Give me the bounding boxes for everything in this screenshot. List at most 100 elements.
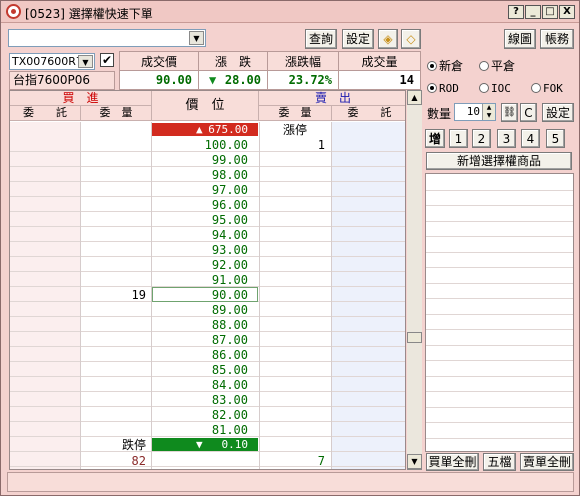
buy-header: 買 進 — [10, 91, 151, 106]
ladder-scrollbar[interactable]: ▲ ▼ — [407, 90, 422, 470]
maximize-button[interactable]: □ — [542, 5, 558, 19]
list-row-divider — [426, 251, 573, 253]
chevron-down-icon[interactable]: ▼ — [78, 55, 93, 68]
price-cell[interactable]: 97.00 — [151, 183, 258, 197]
close-label: 平倉 — [491, 59, 516, 73]
open-label: 新倉 — [439, 59, 464, 73]
buy-total: 82 — [131, 454, 146, 468]
list-row-divider — [426, 205, 573, 206]
option-product-list[interactable] — [425, 173, 574, 452]
list-row-divider — [426, 344, 573, 346]
price-cell[interactable]: 93.00 — [151, 243, 258, 257]
dropdown-arrow-icon[interactable]: ▼ — [407, 454, 422, 469]
quantity-label: 數量 — [427, 107, 452, 121]
close-button[interactable]: X — [559, 5, 575, 19]
volume: 14 — [338, 70, 421, 90]
list-row-divider — [426, 282, 573, 284]
price-change-value: 28.00 — [224, 73, 261, 87]
limit-down-price: 0.10 — [221, 438, 249, 451]
buy-order-header: 委 託 — [10, 106, 80, 121]
limit-down-price-cell[interactable]: ▼ 0.10 — [152, 438, 258, 451]
diamond-icon[interactable]: ◈ — [378, 29, 398, 49]
close-position-radio[interactable]: 平倉 — [479, 57, 515, 74]
cancel-all-sell-button[interactable]: 賣單全刪 — [520, 453, 574, 471]
volume-header: 成交量 — [338, 51, 421, 71]
chevron-down-icon[interactable]: ▼ — [189, 31, 204, 45]
sell-order-header: 委 託 — [331, 106, 405, 121]
tab-5[interactable]: 5 — [546, 129, 565, 148]
price-cell[interactable]: 82.00 — [151, 408, 258, 422]
list-row-divider — [426, 391, 573, 392]
list-row-divider — [426, 313, 573, 315]
radio-selected-icon — [427, 83, 437, 93]
buy-qty-90: 19 — [131, 288, 146, 302]
rod-label: ROD — [439, 82, 459, 95]
sell-qty-header: 委 量 — [259, 106, 331, 121]
account-button[interactable]: 帳務 — [540, 29, 574, 49]
price-cell[interactable]: 94.00 — [151, 228, 258, 242]
scroll-up-icon[interactable]: ▲ — [407, 90, 422, 105]
price-cell[interactable]: 88.00 — [151, 318, 258, 332]
radio-icon — [479, 61, 489, 71]
current-price-highlight — [152, 287, 258, 302]
query-button[interactable]: 查詢 — [305, 29, 337, 49]
tab-add[interactable]: 增 — [425, 129, 445, 148]
price-cell[interactable]: 81.00 — [151, 423, 258, 437]
price-cell[interactable]: 85.00 — [151, 363, 258, 377]
down-arrow-icon: ▼ — [196, 438, 203, 451]
ioc-radio[interactable]: IOC — [479, 82, 511, 95]
price-cell[interactable]: 95.00 — [151, 213, 258, 227]
tab-3[interactable]: 3 — [497, 129, 516, 148]
help-button[interactable]: ? — [508, 5, 524, 19]
settings-button[interactable]: 設定 — [342, 29, 374, 49]
price-cell[interactable]: 89.00 — [151, 303, 258, 317]
price-cell[interactable]: 96.00 — [151, 198, 258, 212]
title-bar: [0523] 選擇權快速下單 ? _ □ X — [1, 1, 579, 23]
list-row-divider — [426, 189, 573, 191]
limit-up-price: 675.00 — [208, 123, 248, 136]
price-cell[interactable]: 86.00 — [151, 348, 258, 362]
price-header: 成交價 — [119, 51, 199, 71]
quantity-settings-button[interactable]: 設定 — [542, 103, 574, 122]
chart-button[interactable]: 線圖 — [504, 29, 536, 49]
list-row-divider — [426, 298, 573, 299]
price-cell[interactable]: 87.00 — [151, 333, 258, 347]
list-row-divider — [426, 437, 573, 439]
list-row-divider — [426, 220, 573, 222]
five-levels-button[interactable]: 五檔 — [483, 453, 516, 471]
add-option-product-button[interactable]: 新增選擇權商品 — [426, 152, 572, 170]
product-combo[interactable]: ▼ — [8, 29, 206, 47]
list-row-divider — [426, 422, 573, 423]
tab-4[interactable]: 4 — [521, 129, 540, 148]
rod-radio[interactable]: ROD — [427, 82, 459, 95]
price-ladder: 買 進 價 位 賣 出 委 託 委 量 委 量 委 託 100.00 99.00 9… — [9, 90, 406, 470]
tab-2[interactable]: 2 — [472, 129, 491, 148]
price-cell[interactable]: 91.00 — [151, 273, 258, 287]
price-cell[interactable]: 98.00 — [151, 168, 258, 182]
list-row-divider — [426, 375, 573, 377]
tab-1[interactable]: 1 — [449, 129, 468, 148]
cancel-all-buy-button[interactable]: 買單全刪 — [426, 453, 479, 471]
limit-up-price-cell[interactable]: ▲ 675.00 — [152, 123, 258, 136]
window-title: [0523] 選擇權快速下單 — [25, 7, 153, 21]
change-pct-header: 漲跌幅 — [267, 51, 339, 71]
open-position-radio[interactable]: 新倉 — [427, 57, 463, 74]
price-cell[interactable]: 84.00 — [151, 378, 258, 392]
swap-icon[interactable]: ◇ — [401, 29, 421, 49]
radio-icon — [479, 83, 489, 93]
quantity-stepper[interactable]: ▲ ▼ — [482, 104, 495, 120]
list-row-divider — [426, 329, 573, 330]
price-cell[interactable]: 92.00 — [151, 258, 258, 272]
link-icon[interactable]: ⛓ — [501, 103, 518, 122]
scroll-thumb[interactable] — [407, 332, 422, 343]
list-row-divider — [426, 406, 573, 408]
instrument-checkbox[interactable]: ✔ — [100, 53, 114, 67]
clear-button[interactable]: C — [520, 103, 537, 122]
fok-radio[interactable]: FOK — [531, 82, 563, 95]
price-cell[interactable]: 83.00 — [151, 393, 258, 407]
minimize-button[interactable]: _ — [525, 5, 541, 19]
radio-selected-icon — [427, 61, 437, 71]
order-window: [0523] 選擇權快速下單 ? _ □ X ▼ 查詢 設定 ◈ ◇ 線圖 帳務… — [0, 0, 580, 496]
instrument-code-combo[interactable]: TX007600R7 ▼ — [9, 53, 95, 70]
price-cell[interactable]: 99.00 — [151, 153, 258, 167]
